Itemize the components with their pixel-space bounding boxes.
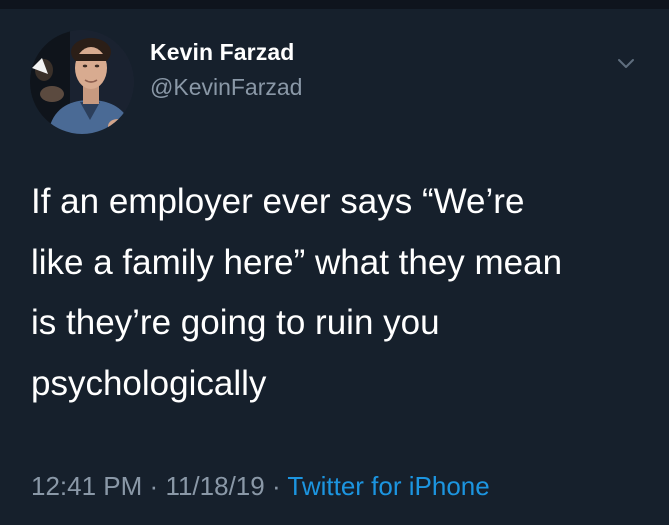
tweet-text: If an employer ever says “We’re like a f…: [31, 182, 563, 403]
chevron-down-icon[interactable]: [616, 55, 636, 71]
tweet-time[interactable]: 12:41 PM: [31, 471, 142, 501]
avatar[interactable]: [30, 30, 134, 134]
author-handle[interactable]: @KevinFarzad: [150, 74, 302, 101]
tweet-card: Kevin Farzad @KevinFarzad If an employer…: [0, 9, 669, 525]
tweet-meta: 12:41 PM · 11/18/19 · Twitter for iPhone: [31, 471, 490, 502]
meta-separator: ·: [271, 471, 281, 501]
top-edge-strip: [0, 0, 669, 9]
avatar-photo: [30, 30, 134, 134]
tweet-date[interactable]: 11/18/19: [165, 471, 264, 501]
author-name[interactable]: Kevin Farzad: [150, 39, 294, 66]
tweet-source-link[interactable]: Twitter for iPhone: [287, 471, 489, 501]
meta-separator: ·: [149, 471, 159, 501]
